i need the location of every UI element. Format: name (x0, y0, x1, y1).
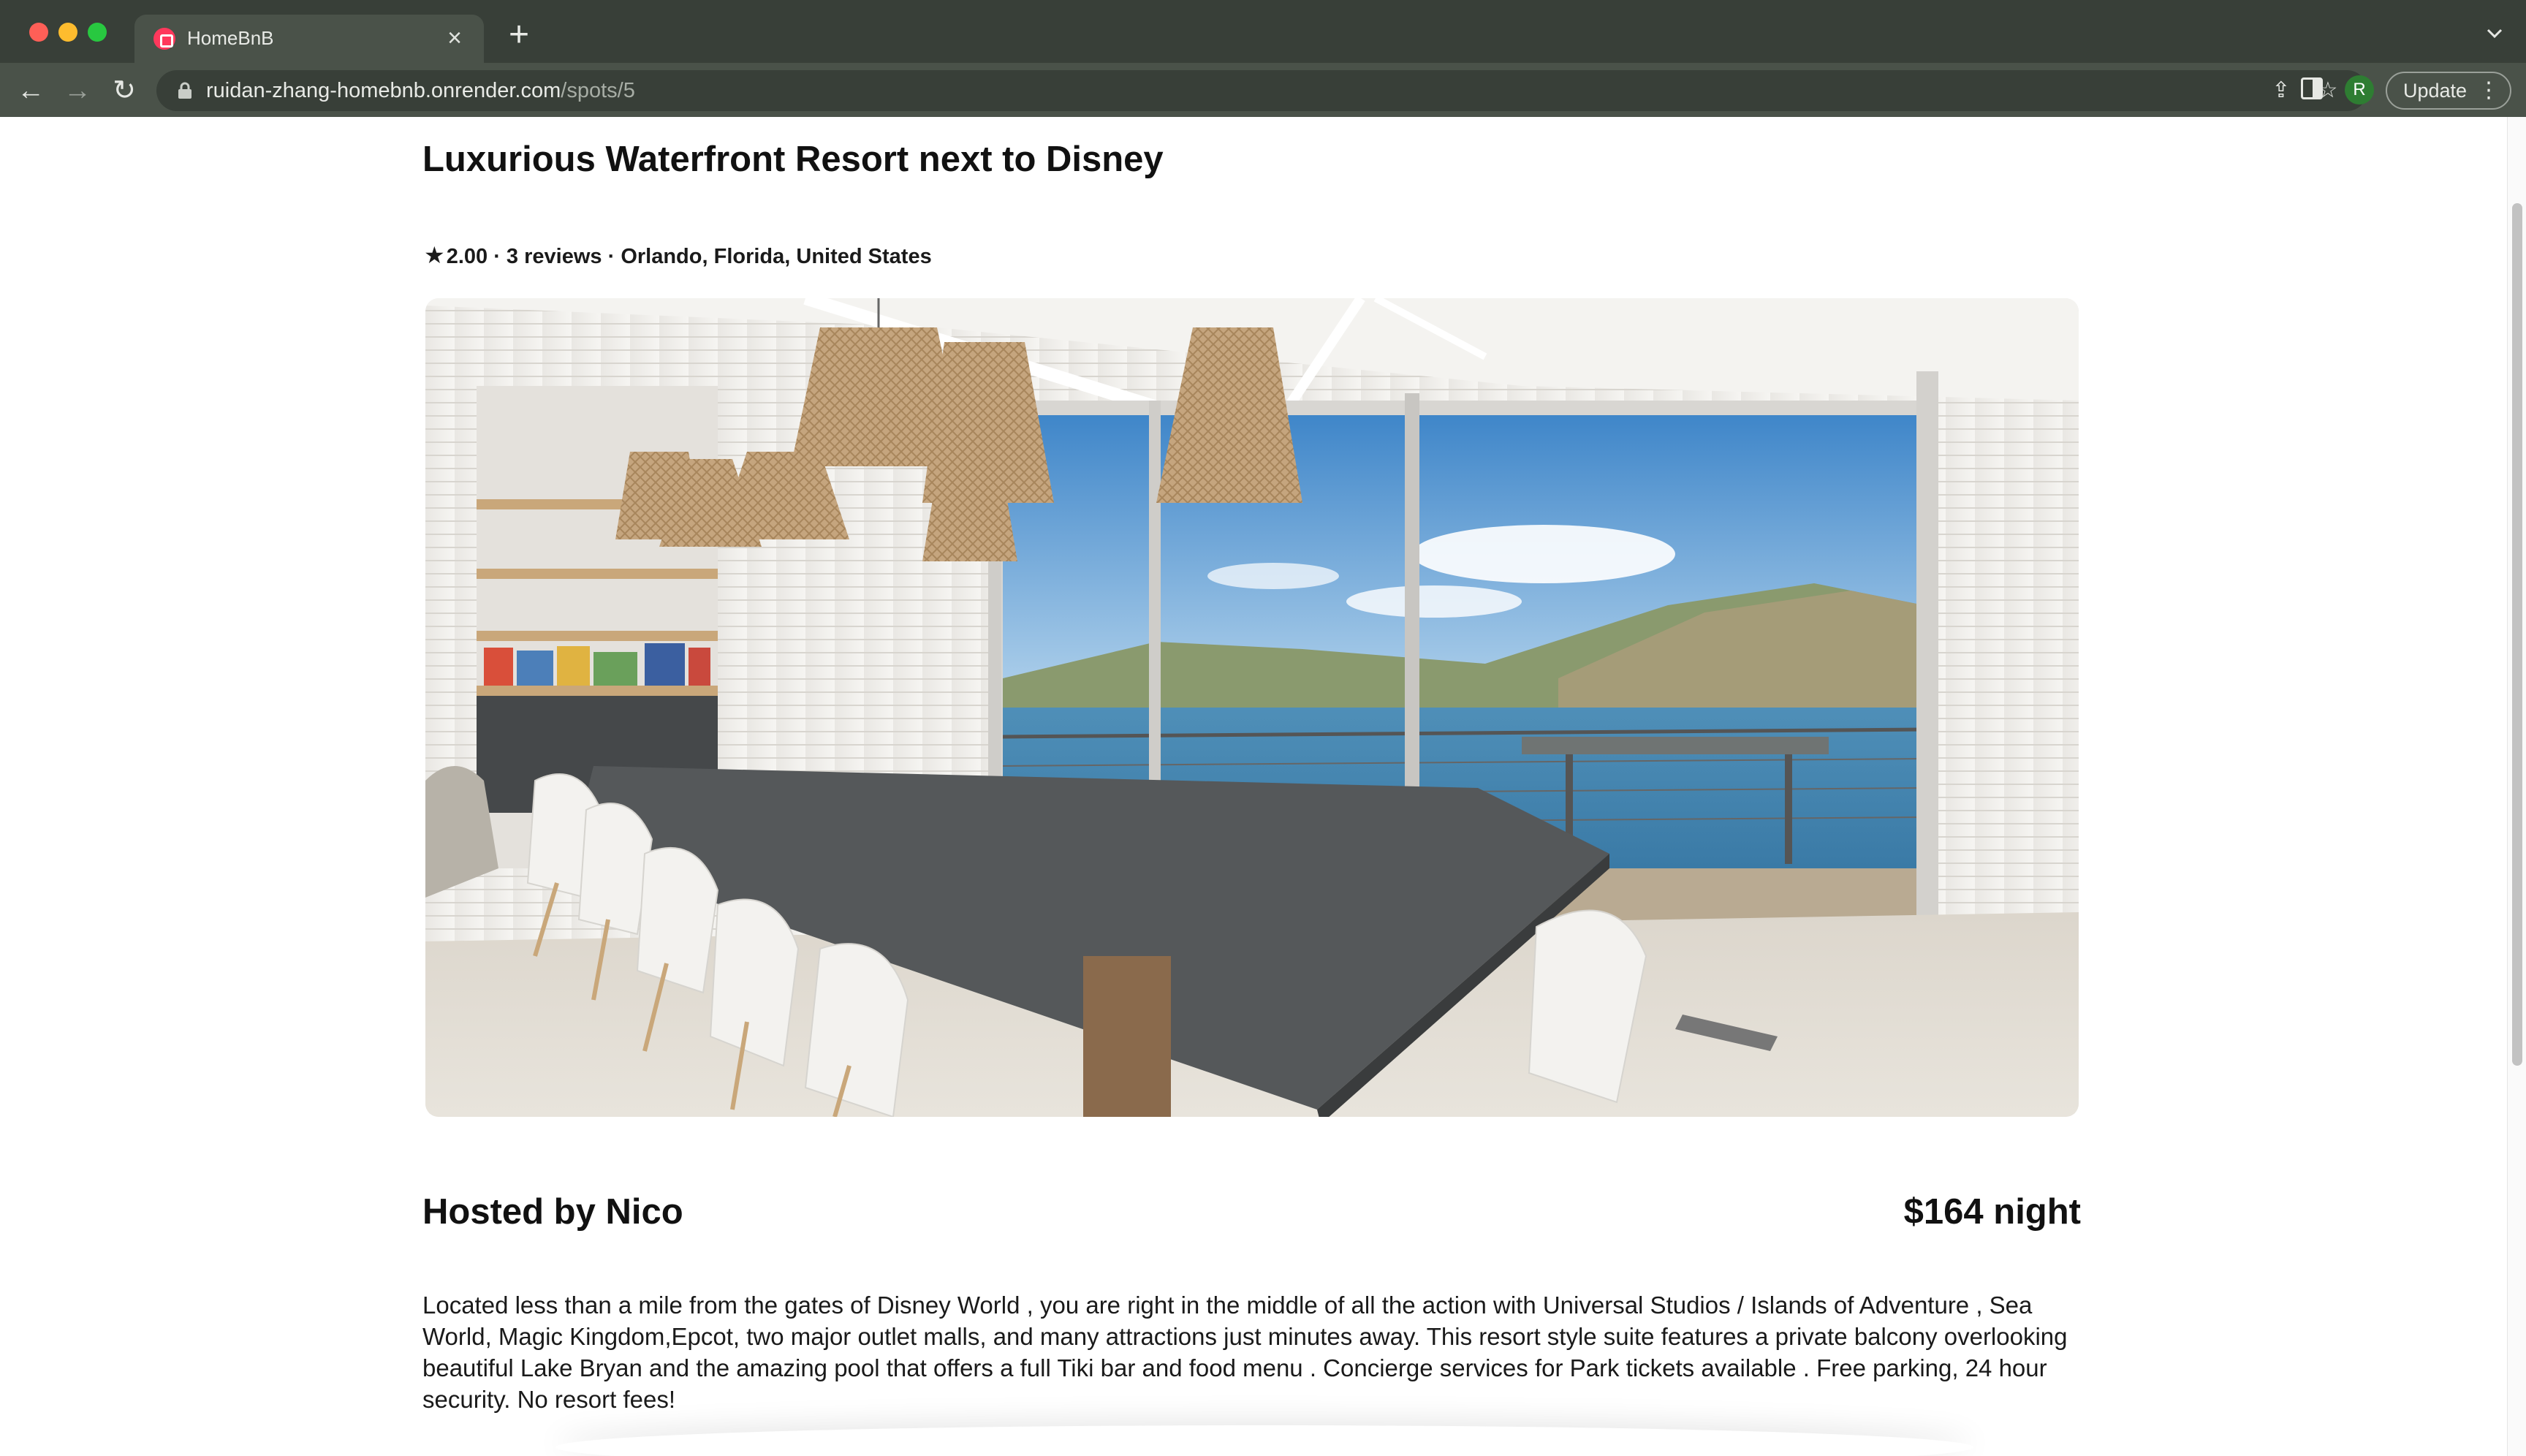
star-icon: ★ (424, 242, 445, 268)
review-count: 3 reviews (506, 245, 602, 268)
page-scrollbar[interactable] (2507, 117, 2526, 1456)
nightly-price: $164 night (1903, 1192, 2081, 1232)
spot-meta: ★2.00 · 3 reviews · Orlando, Florida, Un… (424, 241, 932, 269)
browser-tab-strip: HomeBnB × + (0, 0, 2526, 63)
share-icon[interactable]: ⇪ (2268, 77, 2294, 104)
spot-title: Luxurious Waterfront Resort next to Disn… (422, 140, 1164, 179)
more-menu-icon[interactable]: ⋮ (2478, 73, 2500, 108)
spot-detail-page: Luxurious Waterfront Resort next to Disn… (0, 117, 2507, 1456)
lock-icon (178, 82, 191, 99)
spot-location: Orlando, Florida, United States (621, 245, 932, 268)
url-host: ruidan-zhang-homebnb.onrender.com (206, 79, 561, 102)
profile-avatar[interactable]: R (2345, 75, 2374, 105)
homebnb-favicon-icon (153, 28, 175, 50)
spot-image (425, 298, 2079, 1117)
spot-description: Located less than a mile from the gates … (422, 1292, 2068, 1413)
minimize-window-button[interactable] (58, 23, 77, 42)
rating-value: 2.00 (446, 245, 488, 268)
reservation-card-shadow (555, 1425, 1973, 1456)
back-arrow-icon[interactable]: ← (15, 75, 47, 107)
tab-title: HomeBnB (187, 27, 274, 49)
dining-room-photo (425, 298, 2079, 1117)
side-panel-icon[interactable] (2301, 77, 2323, 99)
browser-toolbar: ← → ↻ ruidan-zhang-homebnb.onrender.com/… (0, 63, 2526, 117)
meta-separator: · (602, 245, 621, 268)
scrollbar-thumb[interactable] (2512, 203, 2522, 1066)
meta-separator: · (488, 245, 507, 268)
update-button[interactable]: Update ⋮ (2386, 72, 2511, 110)
reload-icon[interactable]: ↻ (108, 75, 140, 107)
browser-tab[interactable]: HomeBnB × (134, 15, 484, 63)
update-button-label: Update (2403, 80, 2468, 102)
new-tab-button[interactable]: + (501, 18, 536, 53)
tab-search-chevron-icon[interactable] (2484, 22, 2506, 44)
close-tab-icon[interactable]: × (440, 23, 469, 53)
address-bar[interactable]: ruidan-zhang-homebnb.onrender.com/spots/… (156, 70, 2367, 111)
host-name: Hosted by Nico (422, 1192, 683, 1232)
maximize-window-button[interactable] (88, 23, 107, 42)
forward-arrow-icon[interactable]: → (61, 75, 94, 107)
url-text: ruidan-zhang-homebnb.onrender.com/spots/… (206, 79, 635, 103)
url-path: /spots/5 (561, 79, 635, 102)
close-window-button[interactable] (29, 23, 48, 42)
